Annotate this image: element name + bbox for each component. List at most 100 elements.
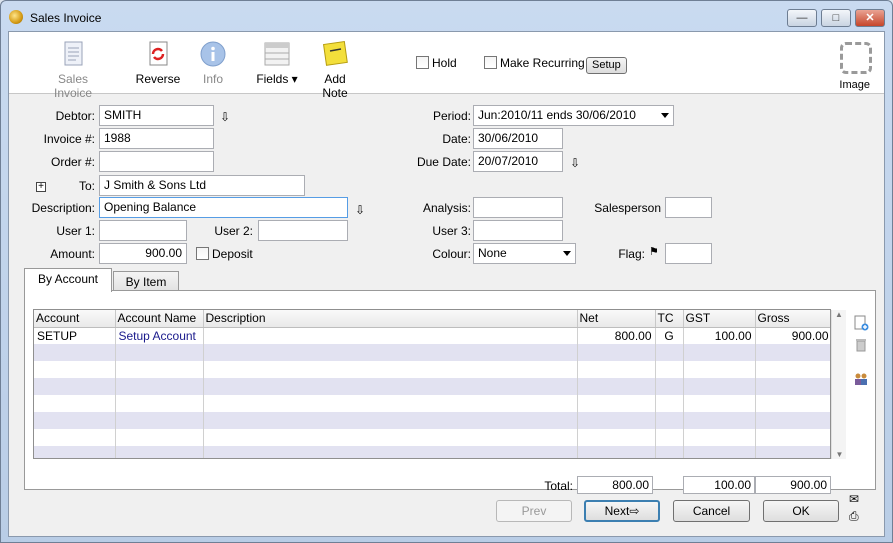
fields-dropdown[interactable]: Fields ▾ xyxy=(255,40,299,86)
hold-checkbox[interactable]: Hold xyxy=(416,56,457,70)
column-header-description[interactable]: Description xyxy=(203,310,578,328)
total-label: Total: xyxy=(544,479,573,493)
colour-dropdown-arrow-icon[interactable] xyxy=(563,251,571,256)
due-date-label: Due Date: xyxy=(416,155,471,169)
date-field[interactable]: 30/06/2010 xyxy=(473,128,563,149)
empty-row[interactable] xyxy=(34,344,830,361)
colour-value: None xyxy=(478,246,507,260)
empty-row[interactable] xyxy=(34,429,830,446)
info-label: Info xyxy=(202,72,223,86)
scroll-down-icon[interactable]: ▼ xyxy=(832,450,847,459)
cell-gross[interactable]: 900.00 xyxy=(755,327,830,344)
cancel-button[interactable]: Cancel xyxy=(673,500,750,522)
table-row[interactable]: SETUP Setup Account 800.00 G 100.00 900.… xyxy=(34,327,830,344)
prev-button[interactable]: Prev xyxy=(496,500,572,522)
period-select[interactable]: Jun:2010/11 ends 30/06/2010 xyxy=(473,105,674,126)
invoice-number-label: Invoice #: xyxy=(43,132,95,146)
add-line-icon[interactable] xyxy=(853,315,869,331)
user2-label: User 2: xyxy=(214,224,253,238)
order-number-field[interactable] xyxy=(99,151,214,172)
analysis-field[interactable] xyxy=(473,197,563,218)
image-placeholder-icon[interactable] xyxy=(840,42,872,74)
close-button[interactable]: ✕ xyxy=(855,9,885,27)
maximize-button[interactable]: □ xyxy=(821,9,851,27)
total-net-field: 800.00 xyxy=(577,476,653,494)
toolbar: Sales Invoice Reverse Info Fields ▾ Add … xyxy=(9,32,884,100)
period-value: Jun:2010/11 ends 30/06/2010 xyxy=(478,108,636,122)
to-field[interactable]: J Smith & Sons Ltd xyxy=(99,175,305,196)
user3-label: User 3: xyxy=(432,224,471,238)
people-allocation-icon[interactable] xyxy=(853,371,869,387)
cell-account-name[interactable]: Setup Account xyxy=(115,327,204,344)
make-recurring-checkbox-box[interactable] xyxy=(484,56,497,69)
debtor-lookup-arrow-icon[interactable]: ⇩ xyxy=(220,110,230,124)
flag-field[interactable] xyxy=(665,243,712,264)
user3-field[interactable] xyxy=(473,220,563,241)
due-date-lookup-arrow-icon[interactable]: ⇩ xyxy=(570,156,580,170)
column-header-account-name[interactable]: Account Name xyxy=(115,310,204,328)
cell-gst[interactable]: 100.00 xyxy=(683,327,756,344)
user2-field[interactable] xyxy=(258,220,348,241)
deposit-checkbox-box[interactable] xyxy=(196,247,209,260)
description-field[interactable]: Opening Balance xyxy=(99,197,348,218)
empty-row[interactable] xyxy=(34,395,830,412)
by-account-panel: Account Account Name Description Net TC … xyxy=(24,290,876,494)
column-header-gross[interactable]: Gross xyxy=(755,310,830,328)
account-lines-grid[interactable]: Account Account Name Description Net TC … xyxy=(33,309,831,459)
colour-select[interactable]: None xyxy=(473,243,576,264)
setup-button[interactable]: Setup xyxy=(586,57,627,74)
period-label: Period: xyxy=(432,109,471,123)
due-date-field[interactable]: 20/07/2010 xyxy=(473,151,563,172)
make-recurring-checkbox[interactable]: Make Recurring xyxy=(484,56,585,70)
minimize-button[interactable]: — xyxy=(787,9,817,27)
scroll-up-icon[interactable]: ▲ xyxy=(832,310,846,319)
reverse-button[interactable]: Reverse xyxy=(133,40,183,86)
grid-vertical-scrollbar[interactable]: ▲ ▼ xyxy=(831,310,846,459)
user1-field[interactable] xyxy=(99,220,187,241)
cell-tc[interactable]: G xyxy=(655,327,684,344)
colour-label: Colour: xyxy=(432,247,471,261)
info-icon xyxy=(200,41,226,67)
hold-checkbox-box[interactable] xyxy=(416,56,429,69)
debtor-field[interactable]: SMITH xyxy=(99,105,214,126)
empty-row[interactable] xyxy=(34,412,830,429)
column-header-account[interactable]: Account xyxy=(34,310,116,328)
sales-invoice-label: Sales Invoice xyxy=(53,72,93,100)
tab-by-account[interactable]: By Account xyxy=(24,268,112,292)
salesperson-field[interactable] xyxy=(665,197,712,218)
column-header-tc[interactable]: TC xyxy=(655,310,684,328)
email-envelope-icon[interactable]: ✉ xyxy=(849,492,859,506)
empty-row[interactable] xyxy=(34,378,830,395)
add-note-label: Add Note xyxy=(322,72,348,100)
fields-table-icon xyxy=(264,42,290,66)
reverse-label: Reverse xyxy=(135,72,181,86)
next-button[interactable]: Next⇨ xyxy=(584,500,660,522)
title-bar: Sales Invoice — □ ✕ xyxy=(1,1,892,31)
cell-net[interactable]: 800.00 xyxy=(577,327,656,344)
print-icon[interactable]: ⎙ xyxy=(849,509,859,524)
flag-icon[interactable]: ⚑ xyxy=(649,245,659,258)
description-lookup-arrow-icon[interactable]: ⇩ xyxy=(355,203,365,217)
invoice-document-icon xyxy=(64,41,83,66)
column-header-net[interactable]: Net xyxy=(577,310,656,328)
delete-line-trash-icon[interactable] xyxy=(853,337,869,353)
grid-header-row: Account Account Name Description Net TC … xyxy=(34,310,830,328)
info-button[interactable]: Info xyxy=(195,40,231,86)
period-dropdown-arrow-icon[interactable] xyxy=(661,113,669,118)
flag-label: Flag: xyxy=(618,247,645,261)
cell-description[interactable] xyxy=(203,327,578,344)
next-arrow-icon: ⇨ xyxy=(629,504,640,518)
amount-field[interactable]: 900.00 xyxy=(99,243,187,264)
ok-button[interactable]: OK xyxy=(763,500,839,522)
add-note-button[interactable]: Add Note xyxy=(310,40,360,100)
empty-row[interactable] xyxy=(34,361,830,378)
column-header-gst[interactable]: GST xyxy=(683,310,756,328)
fields-dropdown-arrow-icon: ▾ xyxy=(288,72,298,86)
deposit-checkbox[interactable]: Deposit xyxy=(196,247,253,261)
empty-row[interactable] xyxy=(34,446,830,458)
cell-account[interactable]: SETUP xyxy=(34,327,116,344)
amount-label: Amount: xyxy=(50,247,95,261)
date-label: Date: xyxy=(442,132,471,146)
expand-address-icon[interactable]: + xyxy=(36,182,46,192)
invoice-number-field[interactable]: 1988 xyxy=(99,128,214,149)
